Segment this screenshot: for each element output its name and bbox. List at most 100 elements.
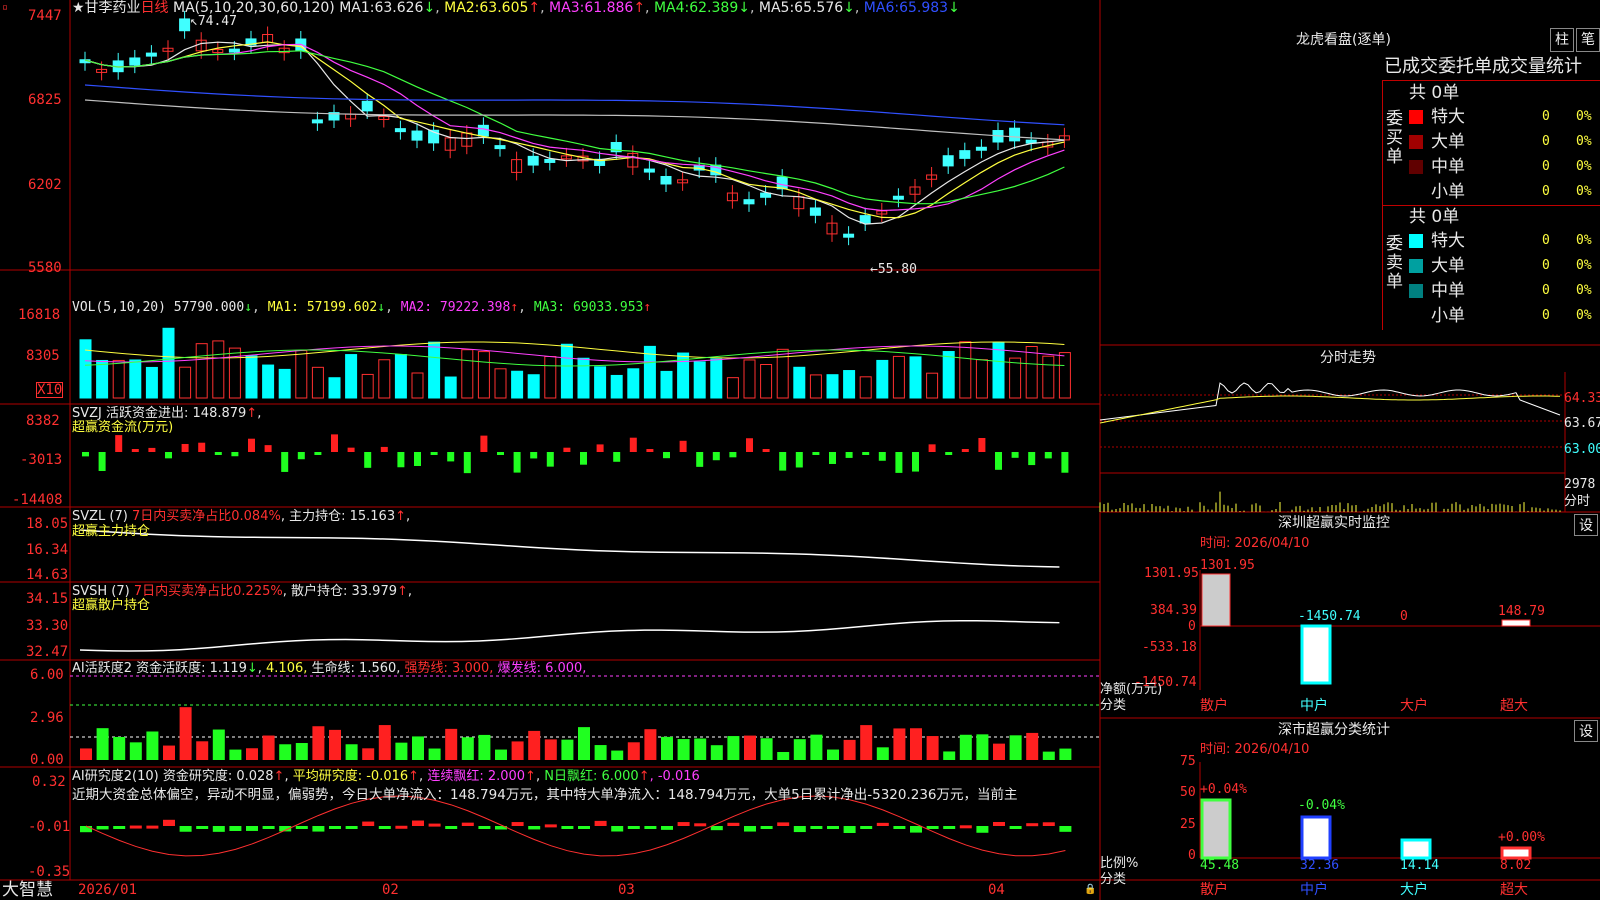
order-divider xyxy=(1382,205,1600,206)
research-bar xyxy=(993,821,1005,826)
research-bar xyxy=(445,826,458,829)
volume-bar xyxy=(278,368,291,399)
cls-val: 14.14 xyxy=(1400,858,1440,873)
ts-tick: 63.00 xyxy=(1564,442,1600,457)
research-bars xyxy=(80,795,1072,857)
ai-label: AI活跃度2 资金活跃度: 1.119 xyxy=(72,661,247,676)
date-tick: 2026/01 xyxy=(78,882,138,898)
flow-bar xyxy=(1011,452,1019,458)
cls-bar xyxy=(1300,815,1332,860)
monitor-settings-button[interactable]: 设 xyxy=(1574,514,1598,536)
volume-bar xyxy=(577,357,590,399)
activity-bar xyxy=(993,743,1005,760)
candle-body xyxy=(743,199,755,205)
volume-bar xyxy=(809,374,822,399)
moving-averages xyxy=(84,41,1065,225)
research-bar xyxy=(959,825,972,829)
activity-bar xyxy=(428,748,441,760)
volume-bar xyxy=(112,359,125,399)
tab-bar[interactable]: 柱 xyxy=(1550,28,1574,52)
mon-cat-label: 大户 xyxy=(1400,698,1428,714)
cls-bar xyxy=(1200,798,1232,860)
air-label: AI研究度2(10) 资金研究度: 0.028 xyxy=(72,769,274,784)
research-bar xyxy=(262,826,275,829)
activity-bar xyxy=(113,736,126,760)
activity-bar xyxy=(793,739,806,760)
vol-multiplier[interactable]: X10 xyxy=(36,382,64,398)
class-settings-button[interactable]: 设 xyxy=(1574,720,1598,742)
order-count: 0 xyxy=(1542,308,1550,323)
activity-bar xyxy=(694,738,707,760)
flow-bar xyxy=(82,452,89,457)
ai-tick: 6.00 xyxy=(30,667,64,683)
cls-cat: 分类 xyxy=(1100,872,1127,887)
retail-holding-path xyxy=(79,619,1060,652)
candle-body xyxy=(843,233,855,238)
order-count: 0 xyxy=(1542,233,1550,248)
candle-body xyxy=(494,145,506,150)
vol-ma3: MA3: 69033.953 xyxy=(533,300,644,315)
flow-bar xyxy=(812,452,820,455)
lock-icon[interactable]: 🔒 xyxy=(1084,882,1096,898)
volume-bar xyxy=(212,340,225,399)
flow-bar xyxy=(331,434,338,452)
volume-bar xyxy=(710,358,723,399)
volume-bar xyxy=(328,377,341,399)
flow-bar xyxy=(480,435,488,452)
vol-ma3-arrow: ↑ xyxy=(643,300,652,315)
ai-tick: 0.00 xyxy=(30,752,64,768)
low-marker: ←55.80 xyxy=(870,262,917,277)
price-tick: 5580 xyxy=(28,260,62,276)
svsh-tick: 34.15 xyxy=(26,591,69,607)
vol-arrow: ↓ xyxy=(244,300,253,315)
activity-bar xyxy=(378,725,391,760)
air-tick: -0.01 xyxy=(28,819,71,835)
order-row: 特大 xyxy=(1409,107,1465,127)
color-swatch xyxy=(1409,259,1423,273)
flow-bar xyxy=(98,452,106,471)
candle-body xyxy=(892,195,904,200)
research-bar xyxy=(378,826,391,829)
candle-body xyxy=(975,146,987,151)
research-bar xyxy=(461,822,474,826)
flow-bar xyxy=(895,452,903,473)
activity-bar xyxy=(760,738,773,760)
candle-body xyxy=(477,124,489,137)
cls-tick: 25 xyxy=(1180,817,1196,832)
ma3-label: MA3: xyxy=(549,0,585,16)
ai-burst: 爆发线: 6.000, xyxy=(497,661,587,676)
order-row: 中单 xyxy=(1409,157,1465,177)
color-swatch xyxy=(1409,284,1423,298)
volume-bar xyxy=(843,370,856,399)
flow-bar xyxy=(995,452,1002,470)
stock-name[interactable]: ★甘李药业 xyxy=(72,0,141,16)
flow-bar xyxy=(596,444,604,452)
research-bar xyxy=(893,826,906,829)
activity-bar xyxy=(478,734,491,760)
tab-tick[interactable]: 笔 xyxy=(1576,28,1600,52)
order-row: 大单 xyxy=(1409,256,1465,276)
vol-ma1: MA1: 57199.602 xyxy=(267,300,378,315)
activity-bar xyxy=(1042,751,1055,760)
main-holding-path xyxy=(79,529,1060,568)
flow-bar xyxy=(198,442,206,452)
period-label[interactable]: 日线 xyxy=(141,0,169,16)
flow-bar xyxy=(928,444,936,452)
flow-bar xyxy=(181,443,189,452)
corner-icon[interactable]: ▫ xyxy=(2,0,8,16)
price-tick: 6825 xyxy=(28,92,62,108)
activity-bar xyxy=(544,739,557,760)
volume-bar xyxy=(179,366,192,399)
activity-bar xyxy=(627,742,640,760)
activity-bar xyxy=(827,749,839,760)
activity-bar xyxy=(677,739,690,760)
research-bar xyxy=(196,826,209,829)
candle-body xyxy=(643,168,655,173)
activity-bar xyxy=(926,736,939,760)
svzj-tick: -3013 xyxy=(20,452,63,468)
activity-bar xyxy=(744,735,756,760)
vol-ma2-arrow: ↑ xyxy=(510,300,519,315)
candle-body xyxy=(544,158,556,163)
cls-top: -0.04% xyxy=(1298,798,1345,813)
research-bar xyxy=(362,821,375,826)
